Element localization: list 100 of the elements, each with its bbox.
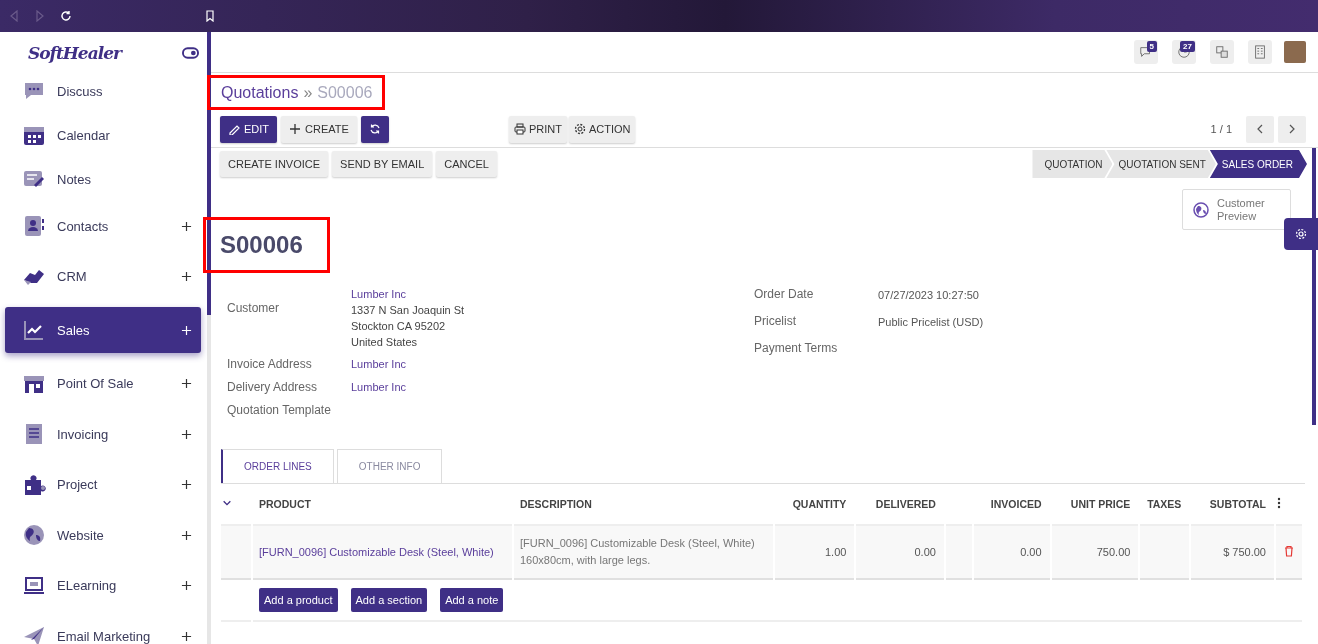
menu-label: Calendar <box>57 127 111 143</box>
paper-plane-icon <box>22 624 46 644</box>
activity-button[interactable]: 27 <box>1172 40 1196 64</box>
tab[interactable]: OTHER INFO <box>336 449 443 483</box>
customer-link[interactable]: Lumber Inc <box>351 379 407 395</box>
status-step[interactable]: QUOTATION <box>1032 150 1113 178</box>
menu-label: Discuss <box>57 83 104 99</box>
sidebar-item[interactable]: Project <box>5 464 201 505</box>
sidebar-item[interactable]: Discuss <box>5 74 201 108</box>
menu-label: Project <box>57 477 99 492</box>
menu-label: ELearning <box>57 578 118 593</box>
sidebar-item[interactable]: Website <box>5 515 201 555</box>
address-line: United States <box>351 335 419 350</box>
field-value: 07/27/2023 10:27:50 <box>878 289 979 301</box>
column-header: SUBTOTAL <box>1208 497 1267 512</box>
pager-value: 1 / 1 <box>1210 123 1232 135</box>
table-cell: 0.00 <box>1020 546 1042 558</box>
sidebar-item[interactable]: CRM <box>5 256 201 297</box>
customer-link[interactable]: Lumber Inc <box>351 356 407 372</box>
column-header: QUANTITY <box>791 497 848 512</box>
back-icon[interactable] <box>8 10 20 22</box>
globe-icon <box>22 523 46 547</box>
sidebar-item[interactable]: Point Of Sale <box>5 363 201 404</box>
printer-icon <box>513 123 526 135</box>
refresh-icon <box>368 123 381 135</box>
refresh-button[interactable] <box>360 115 389 143</box>
field-label: Invoice Address <box>227 356 313 373</box>
field-label: Payment Terms <box>754 340 839 357</box>
field-label: Customer <box>227 300 280 317</box>
reload-icon[interactable] <box>60 10 72 22</box>
table-cell: 0.00 <box>914 546 936 558</box>
column-header: INVOICED <box>989 497 1043 512</box>
field-label: Pricelist <box>754 313 797 330</box>
customer-preview-button[interactable]: Customer Preview <box>1182 189 1291 230</box>
count-badge: 5 <box>1146 41 1157 52</box>
logo[interactable]: SoftHealer <box>28 43 121 63</box>
sidebar-item[interactable]: Calendar <box>5 118 201 152</box>
menu-label: Sales <box>57 322 91 338</box>
scrollbar-thumb[interactable] <box>207 32 211 315</box>
breadcrumb-separator: » <box>303 83 313 102</box>
sidebar-item[interactable]: Sales <box>5 307 201 353</box>
company-switch-button[interactable] <box>1210 40 1234 64</box>
bookmark-icon[interactable] <box>204 10 216 22</box>
table-cell: $ 750.00 <box>1223 546 1266 558</box>
status-step[interactable]: QUOTATION SENT <box>1106 150 1216 178</box>
menu-label: Point Of Sale <box>57 376 135 391</box>
field-label: Order Date <box>754 286 815 303</box>
sidebar-item[interactable]: Contacts <box>5 206 201 246</box>
toggle-icon[interactable] <box>182 47 199 59</box>
building-icon <box>1253 45 1267 59</box>
add-line-button[interactable]: Add a section <box>350 588 428 612</box>
menu-label: Invoicing <box>57 426 110 442</box>
gear-icon <box>573 123 586 135</box>
sidebar-item[interactable]: Invoicing <box>5 414 201 454</box>
forward-icon[interactable] <box>34 10 46 22</box>
column-header: TAXES <box>1146 497 1183 512</box>
description-text: [FURN_0096] Customizable Desk (Steel, White) 160x80cm, with large legs. <box>520 536 756 568</box>
tab[interactable]: ORDER LINES <box>221 449 334 483</box>
contact-book-icon <box>22 214 46 238</box>
print-button[interactable]: PRINT <box>508 115 567 143</box>
settings-icon <box>1295 228 1307 240</box>
action-button[interactable]: ACTION <box>568 115 636 143</box>
menu-label: Website <box>57 527 105 543</box>
toolbar-button[interactable]: EDIT <box>220 115 278 143</box>
column-header: UNIT PRICE <box>1069 497 1132 512</box>
building-button[interactable] <box>1248 40 1272 64</box>
previous-button[interactable] <box>1246 115 1274 143</box>
sidebar-item[interactable]: Email Marketing <box>5 616 201 644</box>
pencil-icon <box>228 123 240 135</box>
breadcrumb-link[interactable]: Quotations <box>221 83 299 102</box>
action-button[interactable]: CANCEL <box>436 151 497 177</box>
menu-label: Contacts <box>57 218 110 234</box>
activity-icon <box>1177 45 1191 59</box>
plus-icon <box>289 123 302 135</box>
column-header: DESCRIPTION <box>519 497 593 512</box>
chart-icon <box>22 318 46 342</box>
product-link[interactable]: [FURN_0096] Customizable Desk (Steel, White) <box>259 546 494 558</box>
sidebar-item[interactable]: Notes <box>5 162 201 196</box>
status-step[interactable]: SALES ORDER <box>1209 150 1307 178</box>
sidebar-item[interactable]: ELearning <box>5 565 201 606</box>
action-button[interactable]: SEND BY EMAIL <box>332 151 433 177</box>
record-title: S00006 <box>220 231 303 259</box>
field-label: Delivery Address <box>227 379 319 396</box>
breadcrumb-current: S00006 <box>317 83 373 102</box>
scrollbar-thumb[interactable] <box>1312 148 1316 425</box>
column-header: DELIVERED <box>874 497 937 512</box>
company-switch-icon <box>1215 45 1229 59</box>
menu-label: CRM <box>57 269 88 284</box>
globe-icon <box>1193 201 1209 218</box>
toolbar-button[interactable]: CREATE <box>281 115 357 143</box>
messages-button[interactable]: 5 <box>1134 40 1158 64</box>
chevron-down-icon <box>222 498 232 508</box>
add-line-button[interactable]: Add a note <box>440 588 504 612</box>
customer-link[interactable]: Lumber Inc <box>351 286 407 302</box>
puzzle-icon <box>22 472 46 497</box>
action-button[interactable]: CREATE INVOICE <box>220 151 329 177</box>
menu-label: Notes <box>57 171 92 187</box>
next-button[interactable] <box>1278 115 1306 143</box>
add-line-button[interactable]: Add a product <box>259 588 338 612</box>
table-cell: 1.00 <box>824 546 847 558</box>
